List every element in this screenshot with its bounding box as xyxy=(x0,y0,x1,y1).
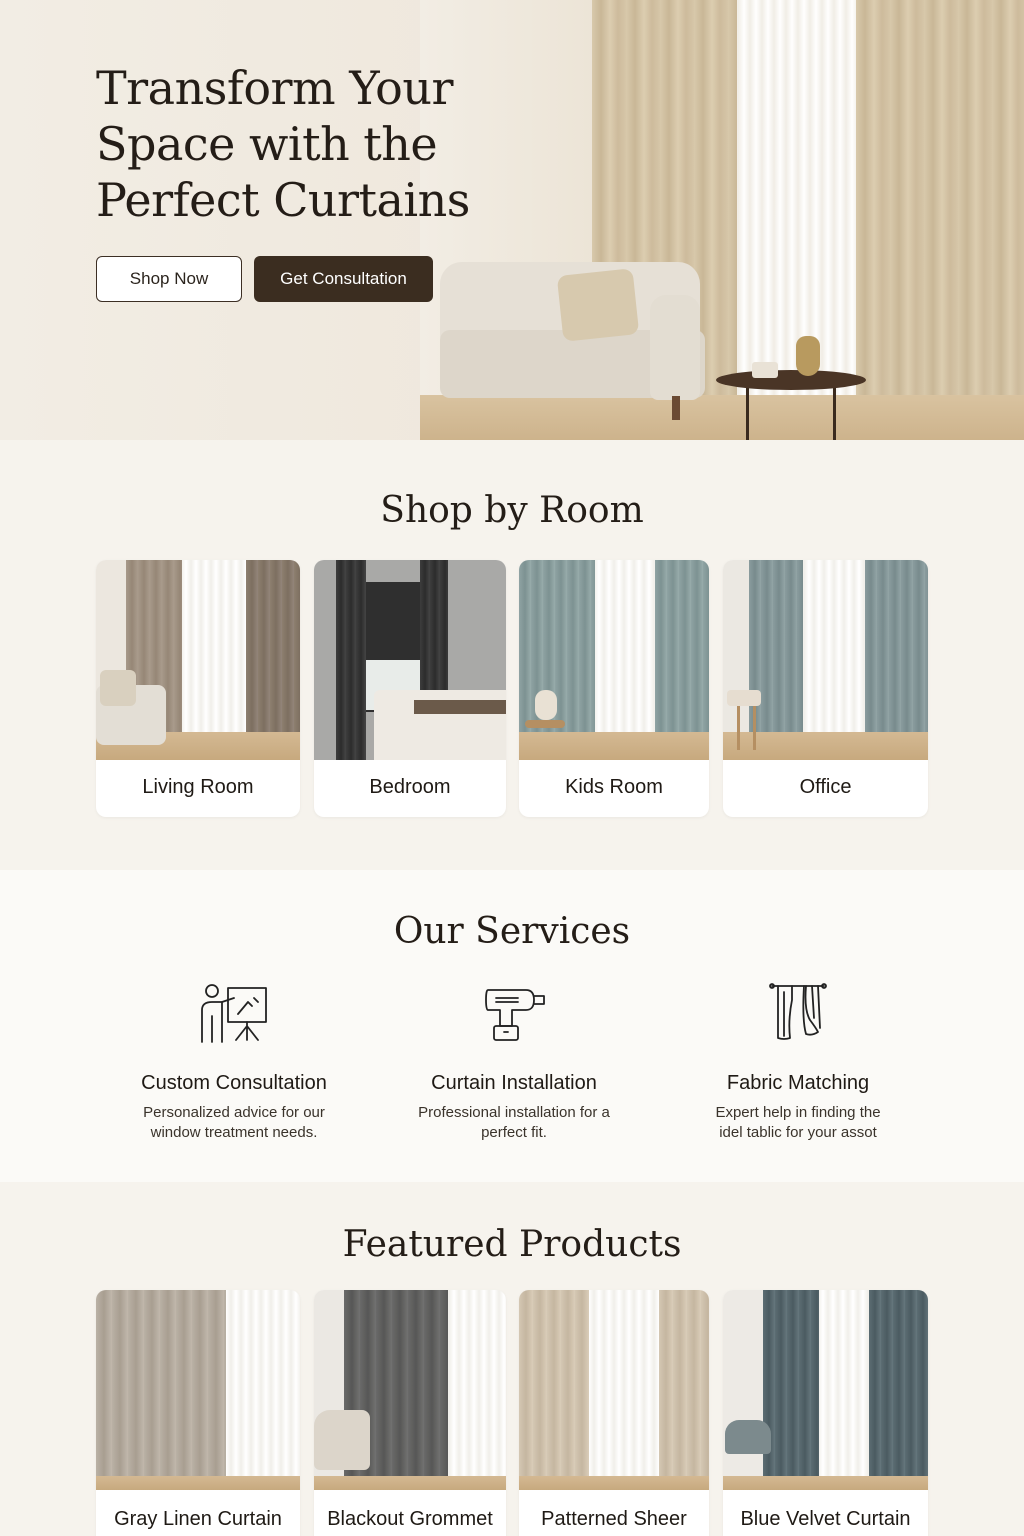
shop-by-room-title: Shop by Room xyxy=(380,490,644,531)
product-card-gray-linen[interactable]: Gray Linen Curtain xyxy=(96,1290,300,1536)
shop-now-button[interactable]: Shop Now xyxy=(96,256,242,302)
service-curtain-installation: Curtain Installation Professional instal… xyxy=(374,980,654,1143)
services-title: Our Services xyxy=(393,911,631,952)
room-label: Office xyxy=(799,776,852,798)
product-image xyxy=(96,1290,300,1490)
service-title: Fabric Matching xyxy=(726,1072,870,1094)
product-image xyxy=(723,1290,928,1490)
room-label: Bedroom xyxy=(369,776,451,798)
room-card-kids-room[interactable]: Kids Room xyxy=(519,560,709,817)
product-name: Gray Linen Curtain xyxy=(114,1508,282,1530)
product-image xyxy=(519,1290,709,1490)
get-consultation-button[interactable]: Get Consultation xyxy=(254,256,433,302)
product-card-blackout-grommet[interactable]: Blackout Grommet xyxy=(314,1290,506,1536)
room-label: Living Room xyxy=(142,776,254,798)
presentation-icon xyxy=(201,984,267,1043)
featured-products-title: Featured Products xyxy=(342,1224,682,1265)
service-description: Expert help in finding the idel tablic f… xyxy=(715,1104,881,1141)
room-label: Kids Room xyxy=(565,776,663,798)
living-room-image xyxy=(96,560,300,760)
office-image xyxy=(723,560,928,760)
product-name: Blackout Grommet xyxy=(327,1508,493,1530)
hero-title: Transform Your Space with the Perfect Cu… xyxy=(96,61,470,227)
service-description: Personalized advice for our window treat… xyxy=(143,1104,325,1141)
product-name: Blue Velvet Curtain xyxy=(740,1508,911,1530)
service-description: Professional installation for a perfect … xyxy=(418,1104,610,1141)
service-title: Curtain Installation xyxy=(431,1072,597,1094)
service-fabric-matching: Fabric Matching Expert help in finding t… xyxy=(658,980,938,1143)
drill-icon xyxy=(485,989,545,1041)
hero-section: Transform Your Space with the Perfect Cu… xyxy=(0,0,1024,440)
bedroom-image xyxy=(314,560,506,760)
product-image xyxy=(314,1290,506,1490)
product-card-patterned-sheer[interactable]: Patterned Sheer xyxy=(519,1290,709,1536)
kids-room-image xyxy=(519,560,709,760)
product-card-blue-velvet[interactable]: Blue Velvet Curtain xyxy=(723,1290,928,1536)
service-title: Custom Consultation xyxy=(141,1072,327,1094)
product-name: Patterned Sheer xyxy=(541,1508,687,1530)
room-card-living-room[interactable]: Living Room xyxy=(96,560,300,817)
service-custom-consultation: Custom Consultation Personalized advice … xyxy=(94,980,374,1143)
curtain-icon xyxy=(769,983,827,1040)
room-card-bedroom[interactable]: Bedroom xyxy=(314,560,506,817)
room-card-office[interactable]: Office xyxy=(723,560,928,817)
